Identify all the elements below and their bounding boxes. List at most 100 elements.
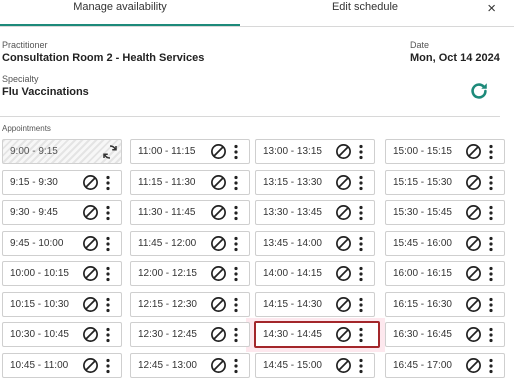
block-icon[interactable] (335, 235, 352, 252)
appointment-slot[interactable]: 14:30 - 14:45 (254, 321, 380, 348)
appointment-slot[interactable]: 16:00 - 16:15 (385, 261, 505, 286)
appointment-slot[interactable]: 11:45 - 12:00 (130, 230, 250, 256)
appointment-slot[interactable]: 11:15 - 11:30 (130, 169, 250, 195)
appointment-slot[interactable]: 14:15 - 14:30 (255, 291, 375, 317)
appointment-slot[interactable]: 9:15 - 9:30 (2, 169, 122, 195)
block-icon[interactable] (210, 357, 227, 374)
more-vertical-icon[interactable] (358, 205, 364, 221)
more-vertical-icon[interactable] (358, 266, 364, 282)
block-icon[interactable] (465, 296, 482, 313)
appointment-slot[interactable]: 12:30 - 12:45 (130, 322, 250, 347)
more-vertical-icon[interactable] (488, 144, 494, 160)
more-vertical-icon[interactable] (488, 205, 494, 221)
more-vertical-icon[interactable] (105, 358, 111, 374)
tab-manage-availability[interactable]: Manage availability (0, 1, 240, 13)
appointment-slot[interactable]: 9:30 - 9:45 (2, 200, 122, 225)
more-vertical-icon[interactable] (358, 297, 364, 313)
block-icon[interactable] (335, 326, 352, 343)
appointment-slot[interactable]: 13:00 - 13:15 (255, 139, 375, 164)
tab-edit-schedule[interactable]: Edit schedule (240, 1, 490, 13)
appointment-slot[interactable]: 12:15 - 12:30 (130, 291, 250, 317)
more-vertical-icon[interactable] (358, 327, 364, 343)
block-icon[interactable] (335, 143, 352, 160)
appointment-slot[interactable]: 15:00 - 15:15 (385, 139, 505, 164)
block-icon[interactable] (82, 357, 99, 374)
more-vertical-icon[interactable] (488, 236, 494, 252)
appointment-slot[interactable]: 11:00 - 11:15 (130, 139, 250, 164)
appointment-slot[interactable]: 15:30 - 15:45 (385, 200, 505, 225)
block-icon[interactable] (335, 204, 352, 221)
block-icon[interactable] (465, 235, 482, 252)
block-icon[interactable] (82, 204, 99, 221)
block-icon[interactable] (465, 174, 482, 191)
block-icon[interactable] (82, 326, 99, 343)
appointment-slot[interactable]: 13:30 - 13:45 (255, 200, 375, 225)
appointment-slot[interactable]: 15:45 - 16:00 (385, 230, 505, 256)
block-icon[interactable] (82, 265, 99, 282)
more-vertical-icon[interactable] (488, 266, 494, 282)
more-vertical-icon[interactable] (233, 297, 239, 313)
appointment-slot[interactable]: 9:00 - 9:15 (2, 139, 122, 164)
more-vertical-icon[interactable] (233, 236, 239, 252)
block-icon[interactable] (82, 235, 99, 252)
more-vertical-icon[interactable] (105, 297, 111, 313)
more-vertical-icon[interactable] (358, 144, 364, 160)
more-vertical-icon[interactable] (105, 175, 111, 191)
appointment-slot[interactable]: 16:30 - 16:45 (385, 322, 505, 347)
appointment-slot[interactable]: 10:30 - 10:45 (2, 322, 122, 347)
block-icon[interactable] (465, 204, 482, 221)
appointment-slot[interactable]: 11:30 - 11:45 (130, 200, 250, 225)
block-icon[interactable] (210, 204, 227, 221)
sync-icon[interactable] (101, 143, 119, 161)
more-vertical-icon[interactable] (233, 144, 239, 160)
appointment-slot[interactable]: 15:15 - 15:30 (385, 169, 505, 195)
more-vertical-icon[interactable] (358, 358, 364, 374)
more-vertical-icon[interactable] (488, 327, 494, 343)
more-vertical-icon[interactable] (233, 266, 239, 282)
block-icon[interactable] (210, 143, 227, 160)
refresh-icon[interactable] (468, 80, 490, 102)
block-icon[interactable] (210, 326, 227, 343)
appointment-slot[interactable]: 12:00 - 12:15 (130, 261, 250, 286)
block-icon[interactable] (465, 357, 482, 374)
more-vertical-icon[interactable] (105, 236, 111, 252)
more-vertical-icon[interactable] (233, 205, 239, 221)
appointment-slot[interactable]: 16:15 - 16:30 (385, 291, 505, 317)
tab-bar: Manage availability Edit schedule × (0, 0, 514, 27)
more-vertical-icon[interactable] (358, 175, 364, 191)
block-icon[interactable] (82, 174, 99, 191)
more-vertical-icon[interactable] (233, 327, 239, 343)
more-vertical-icon[interactable] (358, 236, 364, 252)
appointment-slot[interactable]: 12:45 - 13:00 (130, 352, 250, 378)
block-icon[interactable] (210, 235, 227, 252)
appointment-slot[interactable]: 13:45 - 14:00 (255, 230, 375, 256)
block-icon[interactable] (210, 296, 227, 313)
block-icon[interactable] (465, 326, 482, 343)
appointment-slot[interactable]: 10:00 - 10:15 (2, 261, 122, 286)
block-icon[interactable] (210, 174, 227, 191)
more-vertical-icon[interactable] (105, 205, 111, 221)
appointment-slot[interactable]: 16:45 - 17:00 (385, 352, 505, 378)
block-icon[interactable] (82, 296, 99, 313)
appointment-slot[interactable]: 9:45 - 10:00 (2, 230, 122, 256)
more-vertical-icon[interactable] (233, 358, 239, 374)
block-icon[interactable] (210, 265, 227, 282)
more-vertical-icon[interactable] (488, 358, 494, 374)
appointment-slot[interactable]: 10:45 - 11:00 (2, 352, 122, 378)
appointment-slot[interactable]: 14:00 - 14:15 (255, 261, 375, 286)
block-icon[interactable] (335, 265, 352, 282)
block-icon[interactable] (465, 143, 482, 160)
more-vertical-icon[interactable] (488, 175, 494, 191)
more-vertical-icon[interactable] (105, 266, 111, 282)
close-icon[interactable]: × (487, 0, 496, 17)
appointment-slot[interactable]: 13:15 - 13:30 (255, 169, 375, 195)
more-vertical-icon[interactable] (105, 327, 111, 343)
more-vertical-icon[interactable] (233, 175, 239, 191)
block-icon[interactable] (335, 296, 352, 313)
block-icon[interactable] (465, 265, 482, 282)
more-vertical-icon[interactable] (488, 297, 494, 313)
appointment-slot[interactable]: 10:15 - 10:30 (2, 291, 122, 317)
block-icon[interactable] (335, 357, 352, 374)
appointment-slot[interactable]: 14:45 - 15:00 (255, 352, 375, 378)
block-icon[interactable] (335, 174, 352, 191)
